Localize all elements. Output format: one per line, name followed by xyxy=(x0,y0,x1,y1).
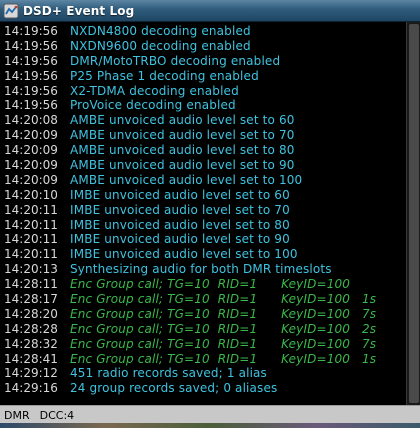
title-bar[interactable]: DSD+ Event Log xyxy=(0,0,420,22)
log-entry[interactable]: 14:19:56 DMR/MotoTRBO decoding enabled xyxy=(0,54,406,69)
log-entry[interactable]: 14:19:56 NXDN4800 decoding enabled xyxy=(0,24,406,39)
log-timestamp: 14:20:09 xyxy=(4,172,58,187)
log-message: IMBE unvoiced audio level set to 70 xyxy=(70,202,290,217)
log-timestamp: 14:19:56 xyxy=(4,98,58,113)
log-entry[interactable]: 14:19:56 NXDN9600 decoding enabled xyxy=(0,39,406,54)
log-entry[interactable]: 14:28:28 Enc Group call; TG=10 RID=1 KeyI… xyxy=(0,322,406,337)
log-timestamp: 14:19:56 xyxy=(4,68,58,83)
log-timestamp: 14:20:11 xyxy=(4,202,58,217)
log-timestamp: 14:20:11 xyxy=(4,232,58,247)
log-message: AMBE unvoiced audio level set to 80 xyxy=(70,143,295,158)
log-message: Enc Group call; TG=10 RID=1 KeyID=100 7s xyxy=(70,306,377,321)
log-message: 451 radio records saved; 1 alias xyxy=(70,366,267,381)
log-timestamp: 14:28:11 xyxy=(4,277,58,292)
log-entry[interactable]: 14:20:08 AMBE unvoiced audio level set to… xyxy=(0,113,406,128)
log-timestamp: 14:20:09 xyxy=(4,158,58,173)
log-timestamp: 14:20:11 xyxy=(4,217,58,232)
log-message: ProVoice decoding enabled xyxy=(70,98,236,113)
log-message: Enc Group call; TG=10 RID=1 KeyID=100 2s xyxy=(70,321,377,336)
log-message: Enc Group call; TG=10 RID=1 KeyID=100 xyxy=(70,277,351,292)
log-timestamp: 14:20:09 xyxy=(4,143,58,158)
log-timestamp: 14:20:13 xyxy=(4,262,58,277)
log-message: P25 Phase 1 decoding enabled xyxy=(70,68,259,83)
log-timestamp: 14:28:28 xyxy=(4,321,58,336)
log-timestamp: 14:19:56 xyxy=(4,38,58,53)
log-entry[interactable]: 14:19:56 ProVoice decoding enabled xyxy=(0,98,406,113)
log-entry[interactable]: 14:20:11 IMBE unvoiced audio level set to… xyxy=(0,203,406,218)
log-entry[interactable]: 14:28:17 Enc Group call; TG=10 RID=1 KeyI… xyxy=(0,292,406,307)
log-message: NXDN9600 decoding enabled xyxy=(70,38,251,53)
vertical-scrollbar[interactable] xyxy=(406,22,420,405)
log-timestamp: 14:20:08 xyxy=(4,113,58,128)
log-message: AMBE unvoiced audio level set to 90 xyxy=(70,158,295,173)
status-mode: DMR xyxy=(4,408,30,422)
log-entry[interactable]: 14:29:16 24 group records saved; 0 aliase… xyxy=(0,381,406,396)
log-message: IMBE unvoiced audio level set to 80 xyxy=(70,217,290,232)
log-entry[interactable]: 14:29:12 451 radio records saved; 1 alias xyxy=(0,366,406,381)
log-message: DMR/MotoTRBO decoding enabled xyxy=(70,53,281,68)
log-entry[interactable]: 14:20:09 AMBE unvoiced audio level set to… xyxy=(0,143,406,158)
log-timestamp: 14:29:16 xyxy=(4,381,58,396)
event-log-list[interactable]: 14:19:56 NXDN4800 decoding enabled 14:19:5… xyxy=(0,22,406,407)
log-entry[interactable]: 14:20:11 IMBE unvoiced audio level set to… xyxy=(0,218,406,233)
log-message: AMBE unvoiced audio level set to 100 xyxy=(70,172,303,187)
dsd-app-icon[interactable] xyxy=(3,3,19,19)
log-message: IMBE unvoiced audio level set to 100 xyxy=(70,247,298,262)
log-message: Synthesizing audio for both DMR timeslot… xyxy=(70,262,332,277)
status-bar: DMR DCC:4 xyxy=(0,405,420,424)
log-timestamp: 14:20:10 xyxy=(4,187,58,202)
log-message: IMBE unvoiced audio level set to 60 xyxy=(70,187,290,202)
log-timestamp: 14:28:17 xyxy=(4,292,58,307)
log-entry[interactable]: 14:20:11 IMBE unvoiced audio level set to… xyxy=(0,232,406,247)
log-message: AMBE unvoiced audio level set to 60 xyxy=(70,113,295,128)
log-entry[interactable]: 14:20:10 IMBE unvoiced audio level set to… xyxy=(0,188,406,203)
log-entry[interactable]: 14:19:56 P25 Phase 1 decoding enabled xyxy=(0,69,406,84)
log-timestamp: 14:28:20 xyxy=(4,306,58,321)
log-entry[interactable]: 14:19:56 X2-TDMA decoding enabled xyxy=(0,84,406,99)
log-timestamp: 14:19:56 xyxy=(4,24,58,38)
log-entry[interactable]: 14:28:32 Enc Group call; TG=10 RID=1 KeyI… xyxy=(0,337,406,352)
log-timestamp: 14:29:12 xyxy=(4,366,58,381)
log-timestamp: 14:28:32 xyxy=(4,336,58,351)
log-message: Enc Group call; TG=10 RID=1 KeyID=100 1s xyxy=(70,351,377,366)
log-entry[interactable]: 14:20:09 AMBE unvoiced audio level set to… xyxy=(0,173,406,188)
status-dcc: DCC:4 xyxy=(39,408,75,422)
desktop-background-strip xyxy=(0,423,420,428)
log-message: AMBE unvoiced audio level set to 70 xyxy=(70,128,295,143)
log-entry[interactable]: 14:28:20 Enc Group call; TG=10 RID=1 KeyI… xyxy=(0,307,406,322)
window-title: DSD+ Event Log xyxy=(23,3,135,18)
log-message: X2-TDMA decoding enabled xyxy=(70,83,239,98)
log-entry[interactable]: 14:20:09 AMBE unvoiced audio level set to… xyxy=(0,158,406,173)
log-message: Enc Group call; TG=10 RID=1 KeyID=100 1s xyxy=(70,292,377,307)
log-message: NXDN4800 decoding enabled xyxy=(70,24,251,38)
log-message: 24 group records saved; 0 aliases xyxy=(70,381,278,396)
log-entry[interactable]: 14:20:09 AMBE unvoiced audio level set to… xyxy=(0,128,406,143)
scrollbar-thumb[interactable] xyxy=(409,24,419,403)
log-timestamp: 14:20:09 xyxy=(4,128,58,143)
log-entry[interactable]: 14:28:41 Enc Group call; TG=10 RID=1 KeyI… xyxy=(0,352,406,367)
log-timestamp: 14:19:56 xyxy=(4,53,58,68)
log-timestamp: 14:20:11 xyxy=(4,247,58,262)
event-log-window: DSD+ Event Log 14:19:56 NXDN4800 decoding… xyxy=(0,0,420,428)
log-message: Enc Group call; TG=10 RID=1 KeyID=100 7s xyxy=(70,336,377,351)
log-entry[interactable]: 14:20:13 Synthesizing audio for both DMR … xyxy=(0,262,406,277)
log-entry[interactable]: 14:28:11 Enc Group call; TG=10 RID=1 KeyI… xyxy=(0,277,406,292)
log-timestamp: 14:19:56 xyxy=(4,83,58,98)
log-timestamp: 14:28:41 xyxy=(4,351,58,366)
log-entry[interactable]: 14:20:11 IMBE unvoiced audio level set to… xyxy=(0,247,406,262)
log-message: IMBE unvoiced audio level set to 90 xyxy=(70,232,290,247)
